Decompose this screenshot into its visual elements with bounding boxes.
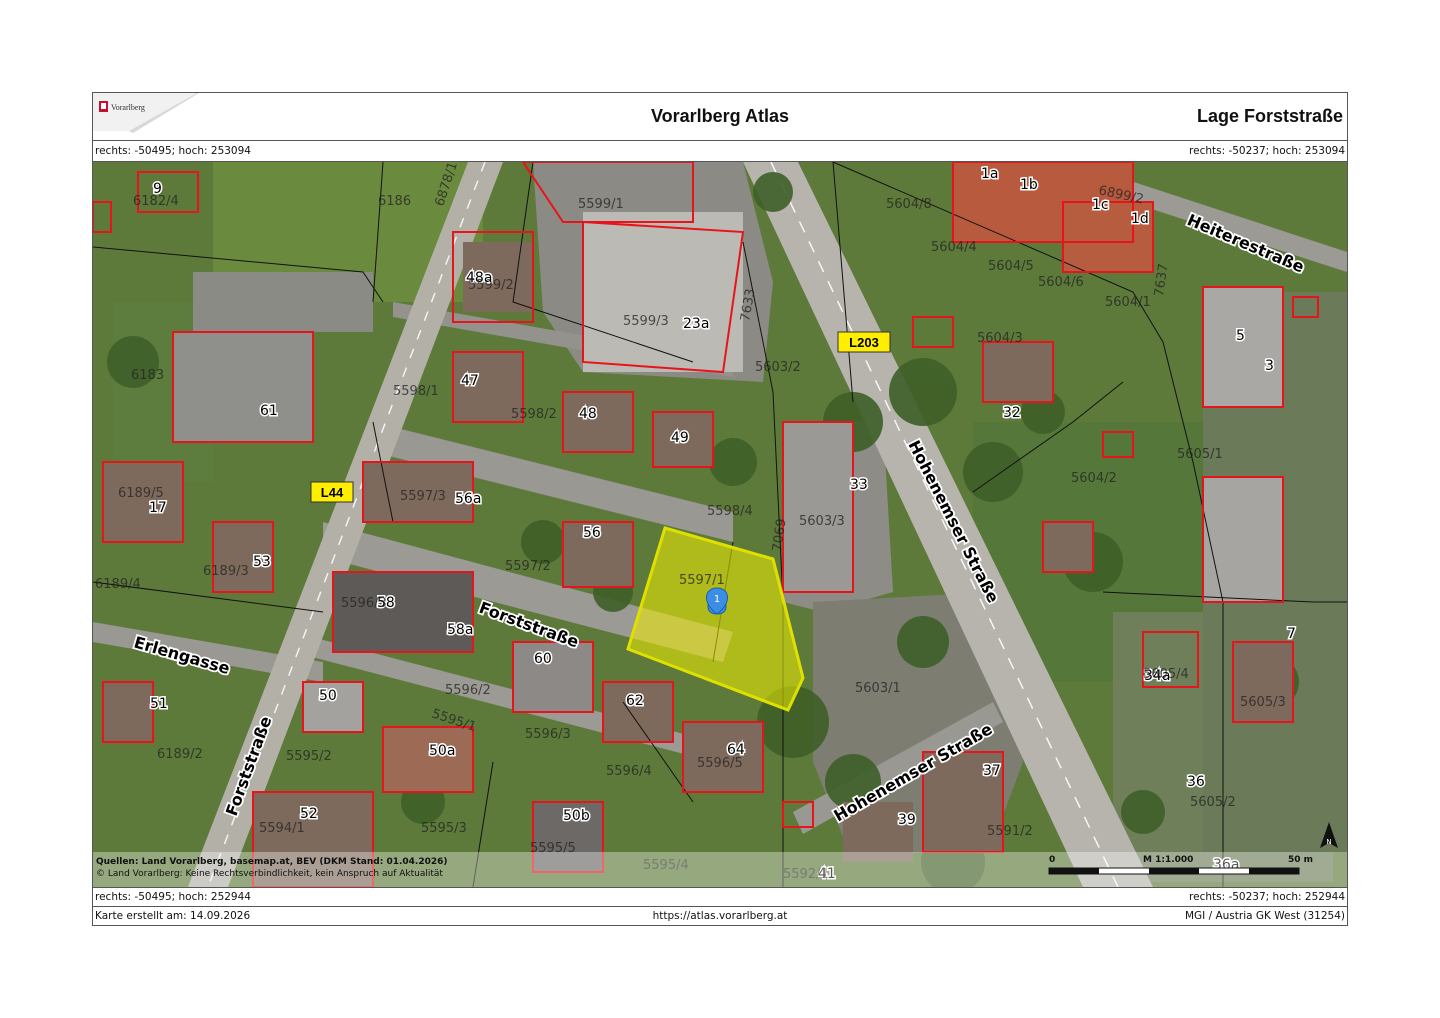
house-number: 51 bbox=[150, 696, 168, 712]
scale-ratio: M 1:1.000 bbox=[1143, 855, 1193, 865]
house-number: 53 bbox=[253, 554, 271, 570]
parcel-number: 5605/3 bbox=[1240, 695, 1286, 710]
house-number: 52 bbox=[300, 806, 318, 822]
house-number: 58a bbox=[447, 622, 473, 638]
house-number: 49 bbox=[671, 430, 689, 446]
parcel-number: 6186 bbox=[378, 194, 411, 209]
house-number: 32 bbox=[1003, 405, 1021, 421]
parcel-number: 5605/1 bbox=[1177, 447, 1223, 462]
parcel-number: 5598/2 bbox=[511, 407, 557, 422]
location-title: Lage Forststraße bbox=[1196, 106, 1343, 126]
footer: Karte erstellt am: 14.09.2026 https://at… bbox=[93, 906, 1347, 925]
parcel-number: 5599/1 bbox=[578, 197, 624, 212]
top-coordinates: rechts: -50495; hoch: 253094 rechts: -50… bbox=[93, 141, 1347, 161]
atlas-url-link[interactable]: https://atlas.vorarlberg.at bbox=[93, 910, 1347, 922]
road-tag-l203: L203 bbox=[837, 331, 891, 353]
house-number: 36 bbox=[1187, 774, 1205, 790]
coord-top-right: rechts: -50237; hoch: 253094 bbox=[1189, 145, 1345, 157]
house-number: 47 bbox=[461, 373, 479, 389]
parcel-number: 5598/1 bbox=[393, 384, 439, 399]
house-number: 39 bbox=[898, 812, 916, 828]
map-title: Vorarlberg Atlas bbox=[650, 106, 790, 126]
parcel-number: 6182/4 bbox=[133, 194, 179, 209]
projection-label: MGI / Austria GK West (31254) bbox=[1184, 910, 1345, 922]
scale-end: 50 m bbox=[1288, 855, 1313, 865]
parcel-number: 5605/2 bbox=[1190, 795, 1236, 810]
header: Vorarlberg Vorarlberg Atlas Lage Forstst… bbox=[93, 93, 1347, 141]
parcel-number: 5605/4 bbox=[1143, 667, 1189, 682]
coord-bottom-left: rechts: -50495; hoch: 252944 bbox=[95, 891, 251, 903]
parcel-number: 5597/2 bbox=[505, 559, 551, 574]
parcel-number: 5603/3 bbox=[799, 514, 845, 529]
parcel-number: 5595/2 bbox=[286, 749, 332, 764]
parcel-number: 5597/3 bbox=[400, 489, 446, 504]
road-tag-l44: L44 bbox=[310, 481, 354, 503]
house-number: 1a bbox=[981, 166, 999, 182]
parcel-number: 5591/2 bbox=[987, 824, 1033, 839]
marker-label: 1 bbox=[714, 594, 720, 605]
disclaimer-text: © Land Vorarlberg: Keine Rechtsverbindli… bbox=[96, 869, 443, 879]
parcel-number: 5596/2 bbox=[445, 683, 491, 698]
location-marker[interactable]: 1 bbox=[706, 587, 728, 615]
parcel-number: 5599/3 bbox=[623, 314, 669, 329]
house-number: 7 bbox=[1287, 626, 1296, 642]
house-number: 50b bbox=[563, 808, 590, 824]
house-number: 50 bbox=[319, 688, 337, 704]
parcel-number: 5604/1 bbox=[1105, 295, 1151, 310]
bottom-coordinates: rechts: -50495; hoch: 252944 rechts: -50… bbox=[93, 887, 1347, 906]
parcel-number: 6189/5 bbox=[118, 486, 164, 501]
parcel-number: 5604/3 bbox=[977, 331, 1023, 346]
coord-top-left: rechts: -50495; hoch: 253094 bbox=[95, 145, 251, 157]
house-number: 37 bbox=[983, 763, 1001, 779]
parcel-number: 5604/8 bbox=[886, 197, 932, 212]
parcel-number: 5596/3 bbox=[525, 727, 571, 742]
house-number: 56a bbox=[455, 491, 481, 507]
road-tag-l203-label: L203 bbox=[849, 335, 879, 350]
house-number: 5 bbox=[1236, 328, 1245, 344]
parcel-number: 5596/3 bbox=[341, 596, 387, 611]
north-label: N bbox=[1326, 838, 1331, 846]
map-view[interactable]: L44 L203 Forststraße Forststraße Erlenga… bbox=[93, 161, 1347, 888]
parcel-number: 5596/5 bbox=[697, 756, 743, 771]
parcel-number: 5599/2 bbox=[468, 278, 514, 293]
sources-text: Quellen: Land Vorarlberg, basemap.at, BE… bbox=[96, 857, 448, 867]
house-number: 33 bbox=[850, 477, 868, 493]
parcel-number: 6189/4 bbox=[95, 577, 141, 592]
parcel-number: 5604/4 bbox=[931, 240, 977, 255]
parcel-number: 5597/1 bbox=[679, 573, 725, 588]
parcel-number: 5595/3 bbox=[421, 821, 467, 836]
house-number: 56 bbox=[583, 525, 601, 541]
parcel-number: 5604/2 bbox=[1071, 471, 1117, 486]
parcel-number: 5603/2 bbox=[755, 360, 801, 375]
house-number: 1d bbox=[1131, 211, 1149, 227]
parcel-number: 5598/4 bbox=[707, 504, 753, 519]
house-number: 1b bbox=[1020, 177, 1038, 193]
parcel-number: 5603/1 bbox=[855, 681, 901, 696]
aerial-map[interactable]: L44 L203 Forststraße Forststraße Erlenga… bbox=[93, 162, 1347, 887]
map-sheet: Vorarlberg Vorarlberg Atlas Lage Forstst… bbox=[92, 92, 1348, 926]
parcel-number: 5594/1 bbox=[259, 821, 305, 836]
scale-start: 0 bbox=[1049, 855, 1055, 865]
house-number: 50a bbox=[429, 743, 455, 759]
house-number: 61 bbox=[260, 403, 278, 419]
parcel-number: 5604/6 bbox=[1038, 275, 1084, 290]
parcel-number: 6189/2 bbox=[157, 747, 203, 762]
road-tag-l44-label: L44 bbox=[321, 485, 344, 500]
parcel-number: 6183 bbox=[131, 368, 164, 383]
house-number: 23a bbox=[683, 316, 709, 332]
parcel-number: 6189/3 bbox=[203, 564, 249, 579]
house-number: 62 bbox=[626, 693, 644, 709]
house-number: 48 bbox=[579, 406, 597, 422]
coord-bottom-right: rechts: -50237; hoch: 252944 bbox=[1189, 891, 1345, 903]
house-number: 17 bbox=[149, 500, 167, 516]
parcel-number: 5604/5 bbox=[988, 259, 1034, 274]
parcel-number: 5596/4 bbox=[606, 764, 652, 779]
house-number: 60 bbox=[534, 651, 552, 667]
house-number: 3 bbox=[1265, 358, 1274, 374]
